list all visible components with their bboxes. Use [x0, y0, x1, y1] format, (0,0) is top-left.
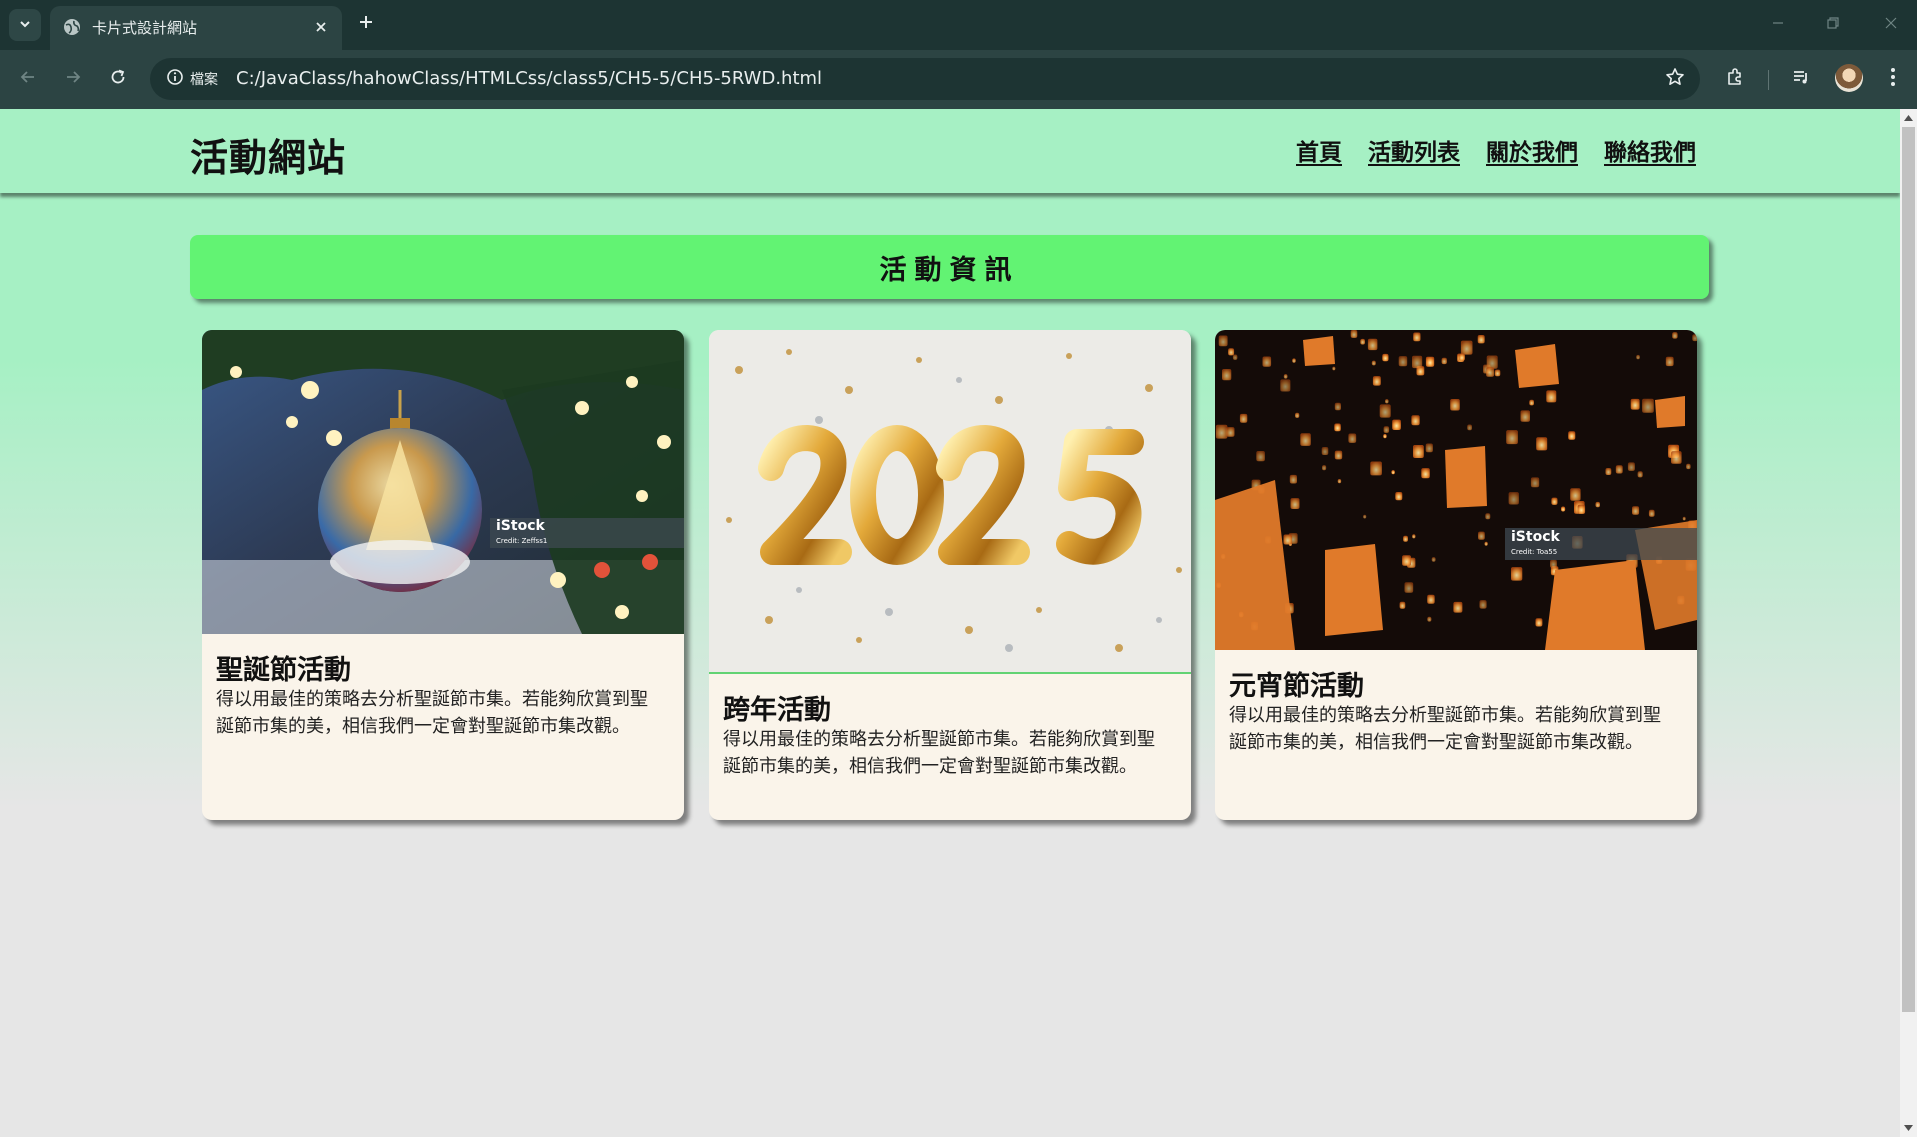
event-card-christmas[interactable]: iStock Credit: Zeffss1 聖誕節活動 得以用最佳的策略去分析…	[202, 330, 684, 820]
arrow-left-icon	[19, 68, 37, 90]
address-bar[interactable]: 檔案 C:/JavaClass/hahowClass/HTMLCss/class…	[150, 58, 1700, 100]
url-text[interactable]: C:/JavaClass/hahowClass/HTMLCss/class5/C…	[236, 68, 822, 89]
card-title: 聖誕節活動	[216, 655, 351, 686]
sky-lanterns-image: iStock Credit: Toa55	[1215, 330, 1697, 650]
extensions-button[interactable]	[1720, 64, 1750, 94]
puzzle-icon	[1725, 67, 1745, 91]
image-watermark: iStock	[496, 518, 545, 534]
site-info-button[interactable]: 檔案	[160, 64, 228, 94]
restore-icon	[1826, 15, 1840, 34]
minimize-button[interactable]	[1758, 10, 1798, 38]
nav-link-about[interactable]: 關於我們	[1486, 133, 1578, 167]
star-icon	[1665, 67, 1685, 91]
card-title: 跨年活動	[723, 695, 831, 726]
new-tab-button[interactable]	[352, 10, 380, 38]
plus-icon	[358, 14, 374, 34]
image-watermark: iStock	[1511, 529, 1560, 545]
banner-title: 活動資訊	[879, 254, 1020, 286]
event-card-new-year[interactable]: 2025 跨年活動 得以用最佳的策略去分析聖誕節市集。若能夠欣賞到聖誕節市集的美…	[709, 330, 1191, 820]
image-credit: Credit: Zeffss1	[496, 537, 547, 545]
arrow-right-icon	[64, 68, 82, 90]
section-banner: 活動資訊	[190, 235, 1709, 299]
tab-search-button[interactable]	[9, 9, 41, 41]
nav-link-contact[interactable]: 聯絡我們	[1604, 133, 1696, 167]
nav-link-home[interactable]: 首頁	[1296, 133, 1342, 167]
card-title: 元宵節活動	[1229, 671, 1364, 702]
playlist-icon	[1791, 67, 1811, 91]
media-control-button[interactable]	[1786, 64, 1816, 94]
chevron-down-icon	[18, 16, 32, 35]
reload-button[interactable]	[103, 64, 133, 94]
browser-menu-button[interactable]	[1878, 64, 1908, 94]
site-nav: 首頁 活動列表 關於我們 聯絡我們	[1296, 133, 1696, 167]
christmas-ornament-image: iStock Credit: Zeffss1	[202, 330, 684, 634]
card-text: 得以用最佳的策略去分析聖誕節市集。若能夠欣賞到聖誕節市集的美，相信我們一定會對聖…	[723, 729, 1155, 777]
window-close-button[interactable]	[1871, 10, 1911, 38]
event-card-lantern-festival[interactable]: iStock Credit: Toa55 元宵節活動 得以用最佳的策略去分析聖誕…	[1215, 330, 1697, 820]
site-header: 活動網站 首頁 活動列表 關於我們 聯絡我們	[0, 109, 1900, 193]
scroll-up-icon[interactable]	[1903, 112, 1914, 124]
profile-avatar[interactable]	[1835, 64, 1863, 92]
toolbar-divider	[1768, 70, 1769, 90]
page-viewport: 活動網站 首頁 活動列表 關於我們 聯絡我們 活動資訊 iStock Credi…	[0, 109, 1900, 1137]
restore-button[interactable]	[1813, 10, 1853, 38]
bookmark-button[interactable]	[1662, 66, 1688, 92]
site-info-label: 檔案	[190, 72, 218, 88]
info-icon	[166, 68, 184, 90]
minimize-icon	[1771, 15, 1785, 34]
browser-tab-bar: 卡片式設計網站	[0, 0, 1917, 50]
site-title: 活動網站	[190, 136, 347, 180]
card-text: 得以用最佳的策略去分析聖誕節市集。若能夠欣賞到聖誕節市集的美，相信我們一定會對聖…	[1229, 705, 1661, 753]
close-icon[interactable]	[310, 16, 332, 38]
browser-tab[interactable]: 卡片式設計網站	[50, 6, 342, 50]
browser-toolbar: 檔案 C:/JavaClass/hahowClass/HTMLCss/class…	[0, 50, 1917, 109]
globe-icon	[62, 17, 82, 37]
reload-icon	[109, 68, 127, 90]
page-scrollbar[interactable]	[1900, 109, 1917, 1137]
back-button[interactable]	[13, 64, 43, 94]
forward-button[interactable]	[58, 64, 88, 94]
scroll-down-icon[interactable]	[1903, 1122, 1914, 1134]
image-credit: Credit: Toa55	[1511, 548, 1557, 556]
scrollbar-thumb[interactable]	[1902, 127, 1915, 1012]
nav-link-events[interactable]: 活動列表	[1368, 133, 1460, 167]
more-vertical-icon	[1890, 67, 1896, 91]
close-icon	[1884, 15, 1898, 34]
tab-title: 卡片式設計網站	[92, 19, 198, 37]
new-year-balloons-image: 2025	[709, 330, 1191, 674]
card-text: 得以用最佳的策略去分析聖誕節市集。若能夠欣賞到聖誕節市集的美，相信我們一定會對聖…	[216, 689, 648, 737]
